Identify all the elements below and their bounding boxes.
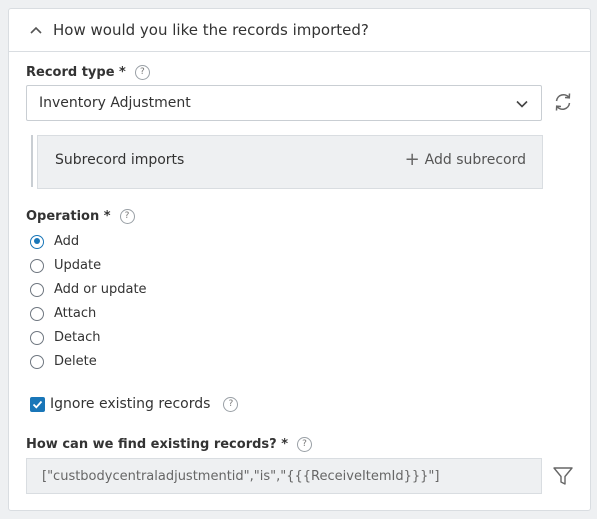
radio-label: Add or update [54, 282, 147, 297]
find-existing-label-text: How can we find existing records? * [26, 437, 289, 452]
radio-button[interactable] [30, 354, 44, 369]
help-icon[interactable]: ? [297, 437, 313, 452]
operation-label-text: Operation * [26, 209, 111, 224]
chevron-down-icon [516, 100, 528, 108]
operation-option-add[interactable]: Add [30, 234, 79, 249]
filter-icon[interactable] [552, 465, 574, 487]
operation-option-add-or-update[interactable]: Add or update [30, 282, 147, 297]
section-title: How would you like the records imported? [53, 21, 369, 39]
radio-button[interactable] [30, 330, 44, 345]
radio-button[interactable] [30, 306, 44, 321]
help-icon[interactable]: ? [119, 209, 135, 224]
operation-option-detach[interactable]: Detach [30, 330, 100, 345]
help-icon[interactable]: ? [223, 396, 239, 412]
operation-option-delete[interactable]: Delete [30, 354, 97, 369]
record-type-label-text: Record type * [26, 65, 126, 80]
operation-option-update[interactable]: Update [30, 258, 101, 273]
find-existing-expression-field[interactable]: ["custbodycentraladjustmentid","is","{{{… [26, 458, 542, 494]
section-header[interactable]: How would you like the records imported? [9, 9, 590, 52]
subrecord-indent-bar [31, 135, 33, 187]
radio-label: Attach [54, 306, 97, 321]
find-existing-label: How can we find existing records? * ? [26, 437, 313, 452]
import-options-panel: How would you like the records imported?… [8, 8, 591, 511]
checkmark-icon [32, 400, 43, 409]
operation-label: Operation * ? [26, 209, 135, 224]
refresh-icon[interactable] [552, 91, 574, 113]
ignore-existing-checkbox-row[interactable]: Ignore existing records ? [30, 396, 239, 412]
radio-label: Detach [54, 330, 101, 345]
record-type-select[interactable]: Inventory Adjustment [26, 85, 542, 121]
radio-label: Update [54, 258, 102, 273]
ignore-existing-checkbox[interactable] [30, 396, 45, 412]
radio-button[interactable] [30, 282, 44, 297]
chevron-up-icon [30, 26, 42, 34]
ignore-existing-label: Ignore existing records [50, 396, 211, 412]
plus-icon: + [404, 149, 420, 170]
add-subrecord-button[interactable]: + Add subrecord [404, 149, 526, 170]
help-icon[interactable]: ? [134, 65, 150, 80]
radio-button[interactable] [30, 258, 44, 273]
add-subrecord-label: Add subrecord [424, 152, 526, 168]
radio-label: Delete [54, 354, 97, 369]
subrecord-title: Subrecord imports [55, 152, 185, 168]
radio-button[interactable] [30, 234, 44, 249]
subrecord-imports-box: Subrecord imports + Add subrecord [37, 135, 543, 189]
radio-label: Add [54, 234, 80, 249]
find-existing-expression-value: ["custbodycentraladjustmentid","is","{{{… [42, 468, 440, 484]
operation-option-attach[interactable]: Attach [30, 306, 96, 321]
record-type-label: Record type * ? [26, 65, 150, 80]
record-type-value: Inventory Adjustment [39, 95, 191, 111]
